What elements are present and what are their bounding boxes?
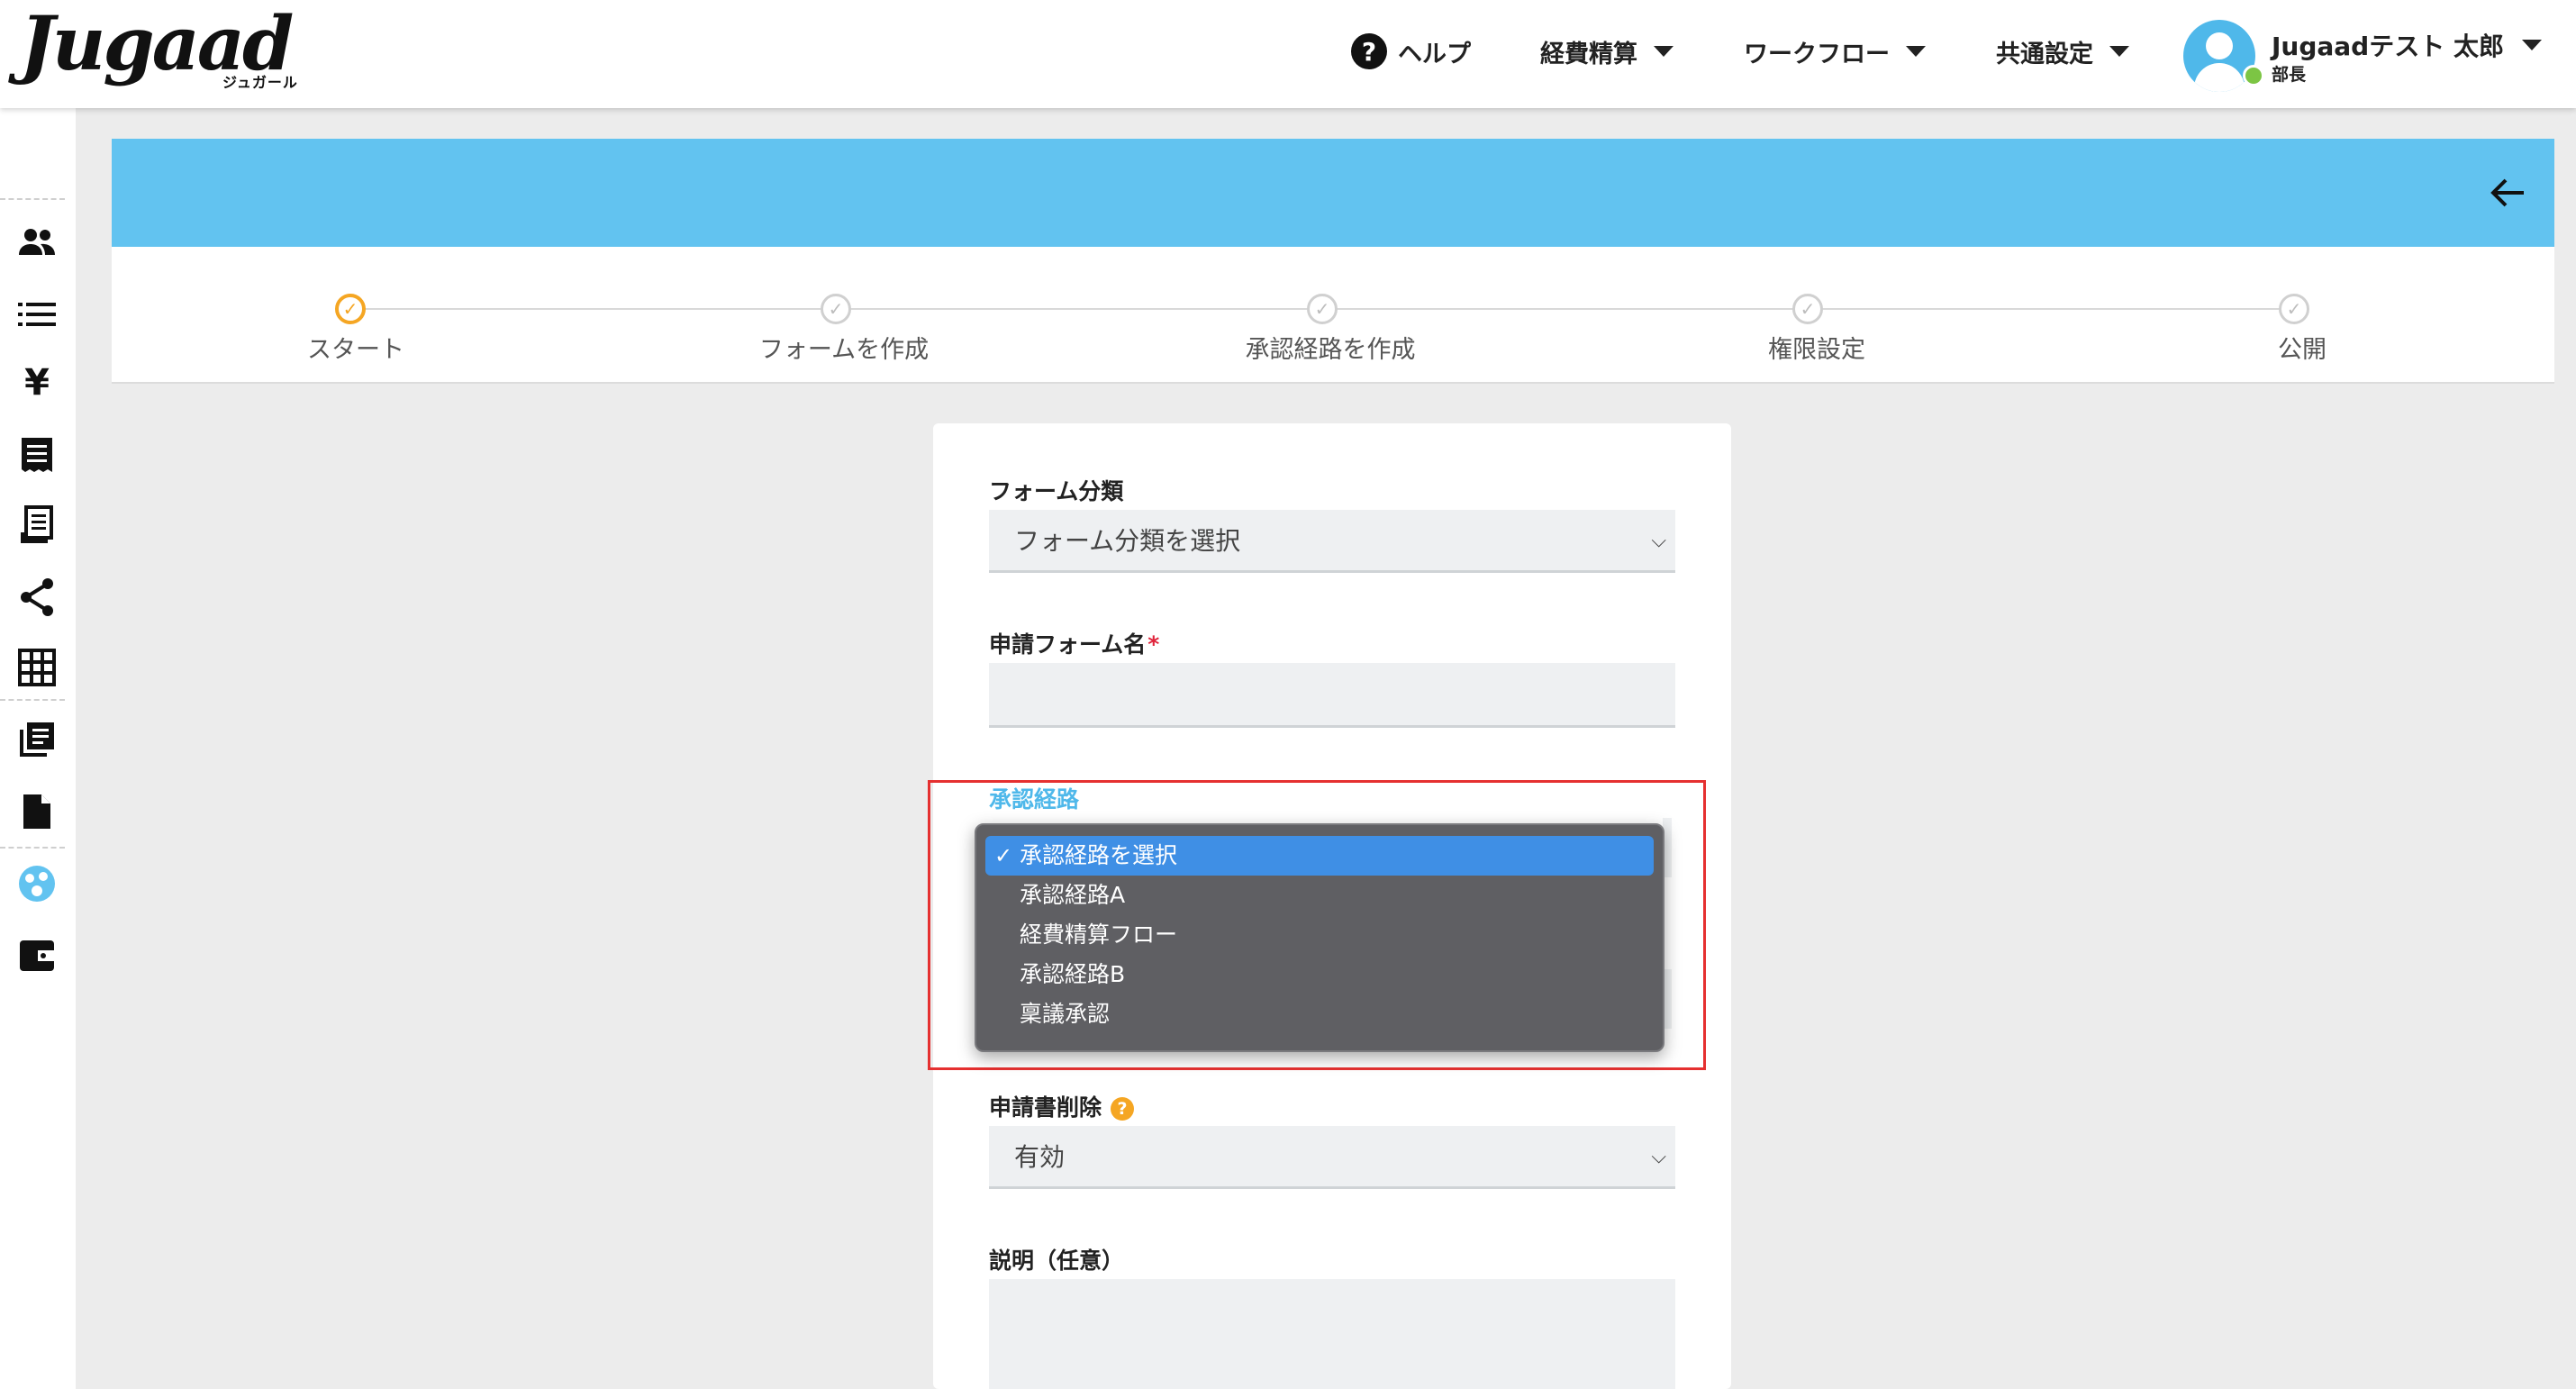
online-status-dot <box>2243 65 2264 86</box>
top-header: Jugaad ジュガール ? ヘルプ 経費精算 ワークフロー 共通設定 Juga… <box>0 0 2576 108</box>
document-list-icon[interactable] <box>14 503 59 548</box>
menu-workflow[interactable]: ワークフロー <box>1744 32 1926 70</box>
question-icon: ? <box>1351 33 1387 69</box>
menu-common-settings[interactable]: 共通設定 <box>1996 32 2129 70</box>
help-link[interactable]: ? ヘルプ <box>1351 32 1471 70</box>
help-icon[interactable]: ? <box>1111 1097 1135 1121</box>
step-route-dot[interactable]: ✓ <box>1307 294 1338 324</box>
users-icon[interactable] <box>14 220 59 265</box>
step-route-label[interactable]: 承認経路を作成 <box>1195 330 1465 365</box>
caret-down-icon <box>2521 40 2542 50</box>
menu-expense[interactable]: 経費精算 <box>1540 32 1673 70</box>
description-label: 説明（任意） <box>989 1248 1125 1274</box>
step-publish-label[interactable]: 公開 <box>2167 330 2437 365</box>
check-icon: ✓ <box>994 843 1013 868</box>
caret-down-icon <box>1906 46 1926 57</box>
chevron-down-icon: ⌵ <box>1651 1146 1666 1168</box>
yen-icon[interactable]: ¥ <box>14 360 59 405</box>
panel-header-bar <box>112 139 2554 247</box>
workflow-icon[interactable] <box>14 861 59 906</box>
delete-label: 申請書削除? <box>989 1090 1135 1122</box>
library-icon[interactable] <box>14 717 59 762</box>
user-role: 部長 <box>2272 65 2307 85</box>
form-name-label: 申請フォーム名* <box>989 631 1160 658</box>
route-dropdown-menu[interactable]: ✓ 承認経路を選択 承認経路A 経費精算フロー 承認経路B 稟議承認 <box>975 823 1664 1052</box>
chevron-down-icon: ⌵ <box>1651 530 1666 552</box>
grid-icon[interactable] <box>14 645 59 690</box>
user-menu[interactable]: Jugaadテスト 太郎 <box>2272 27 2542 63</box>
dropdown-option[interactable]: ✓ 承認経路を選択 <box>985 836 1654 876</box>
dropdown-option[interactable]: 承認経路B <box>985 955 1654 994</box>
description-textarea[interactable] <box>989 1279 1675 1389</box>
step-permission-label[interactable]: 権限設定 <box>1682 330 1952 365</box>
form-name-input[interactable] <box>989 663 1675 728</box>
category-select[interactable]: フォーム分類を選択 ⌵ <box>989 510 1675 573</box>
step-start-dot[interactable]: ✓ <box>335 294 366 324</box>
wallet-icon[interactable] <box>14 933 59 978</box>
dropdown-option[interactable]: 経費精算フロー <box>985 915 1654 955</box>
delete-select[interactable]: 有効 ⌵ <box>989 1126 1675 1189</box>
caret-down-icon <box>2109 46 2129 57</box>
jugaad-logo[interactable]: Jugaad ジュガール <box>20 4 299 94</box>
caret-down-icon <box>1654 46 1673 57</box>
step-form-label[interactable]: フォームを作成 <box>709 330 979 365</box>
list-icon[interactable] <box>14 292 59 337</box>
step-form-dot[interactable]: ✓ <box>821 294 851 324</box>
back-arrow-icon[interactable] <box>2481 166 2535 220</box>
step-permission-dot[interactable]: ✓ <box>1792 294 1823 324</box>
receipt-icon[interactable] <box>14 432 59 477</box>
dropdown-option[interactable]: 承認経路A <box>985 876 1654 915</box>
dropdown-option[interactable]: 稟議承認 <box>985 994 1654 1034</box>
file-icon[interactable] <box>14 789 59 834</box>
share-icon[interactable] <box>14 575 59 620</box>
step-start-label[interactable]: スタート <box>221 330 491 365</box>
step-publish-dot[interactable]: ✓ <box>2279 294 2309 324</box>
sidebar: ¥ <box>0 108 76 1389</box>
category-label: フォーム分類 <box>989 478 1124 504</box>
